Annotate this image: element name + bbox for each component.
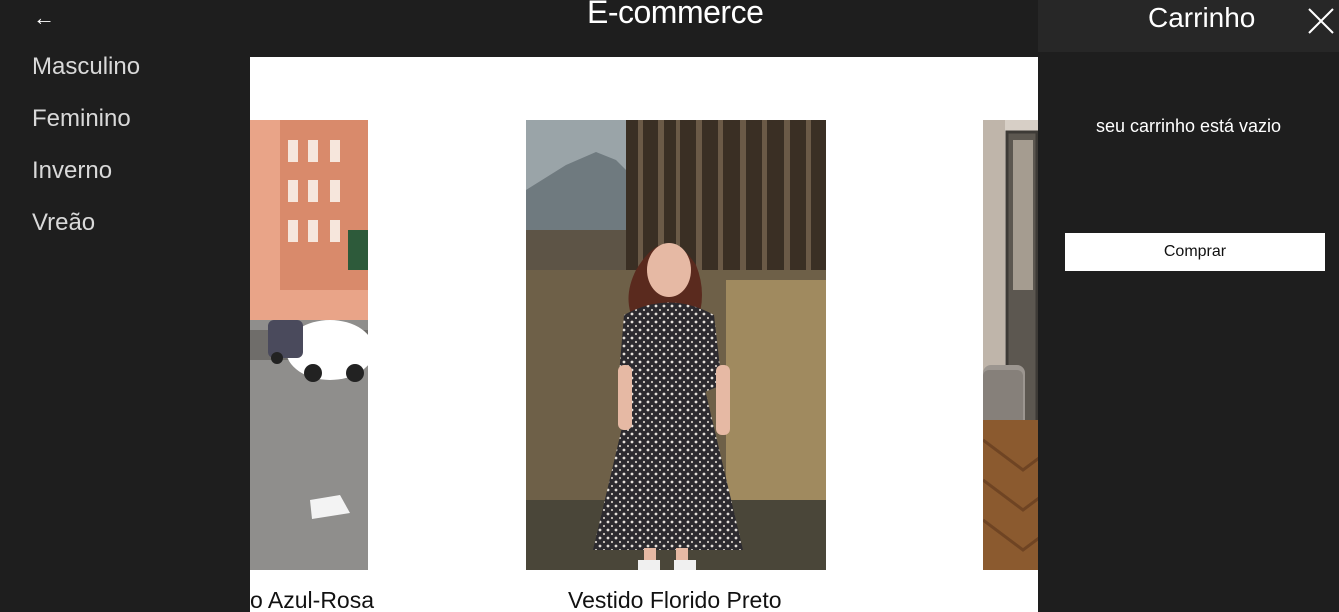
sidebar-item-inverno[interactable]: Inverno [32,156,140,208]
buy-button[interactable]: Comprar [1065,233,1325,271]
product-image[interactable] [250,120,368,570]
product-image[interactable] [526,120,826,570]
back-arrow-icon[interactable]: ← [33,3,55,33]
product-image[interactable] [983,120,1038,570]
product-carousel: o Azul-Rosa Vestido Florido Preto [250,57,1038,612]
cart-empty-message: seu carrinho está vazio [1095,116,1282,136]
sidebar-item-verao[interactable]: Vreão [32,208,140,260]
cart-panel: Carrinho seu carrinho está vazio Comprar [1038,0,1339,612]
cart-header: Carrinho [1038,0,1339,52]
sidebar: ← Masculino Feminino Inverno Vreão [0,0,250,612]
page-title: E-commerce [587,0,764,30]
sidebar-item-feminino[interactable]: Feminino [32,104,140,156]
cart-title: Carrinho [1148,2,1256,33]
category-nav: Masculino Feminino Inverno Vreão [32,52,140,260]
product-name[interactable]: Vestido Florido Preto [568,587,782,612]
product-name[interactable]: o Azul-Rosa [250,587,374,612]
sidebar-item-masculino[interactable]: Masculino [32,52,140,104]
close-icon[interactable] [1306,6,1336,36]
